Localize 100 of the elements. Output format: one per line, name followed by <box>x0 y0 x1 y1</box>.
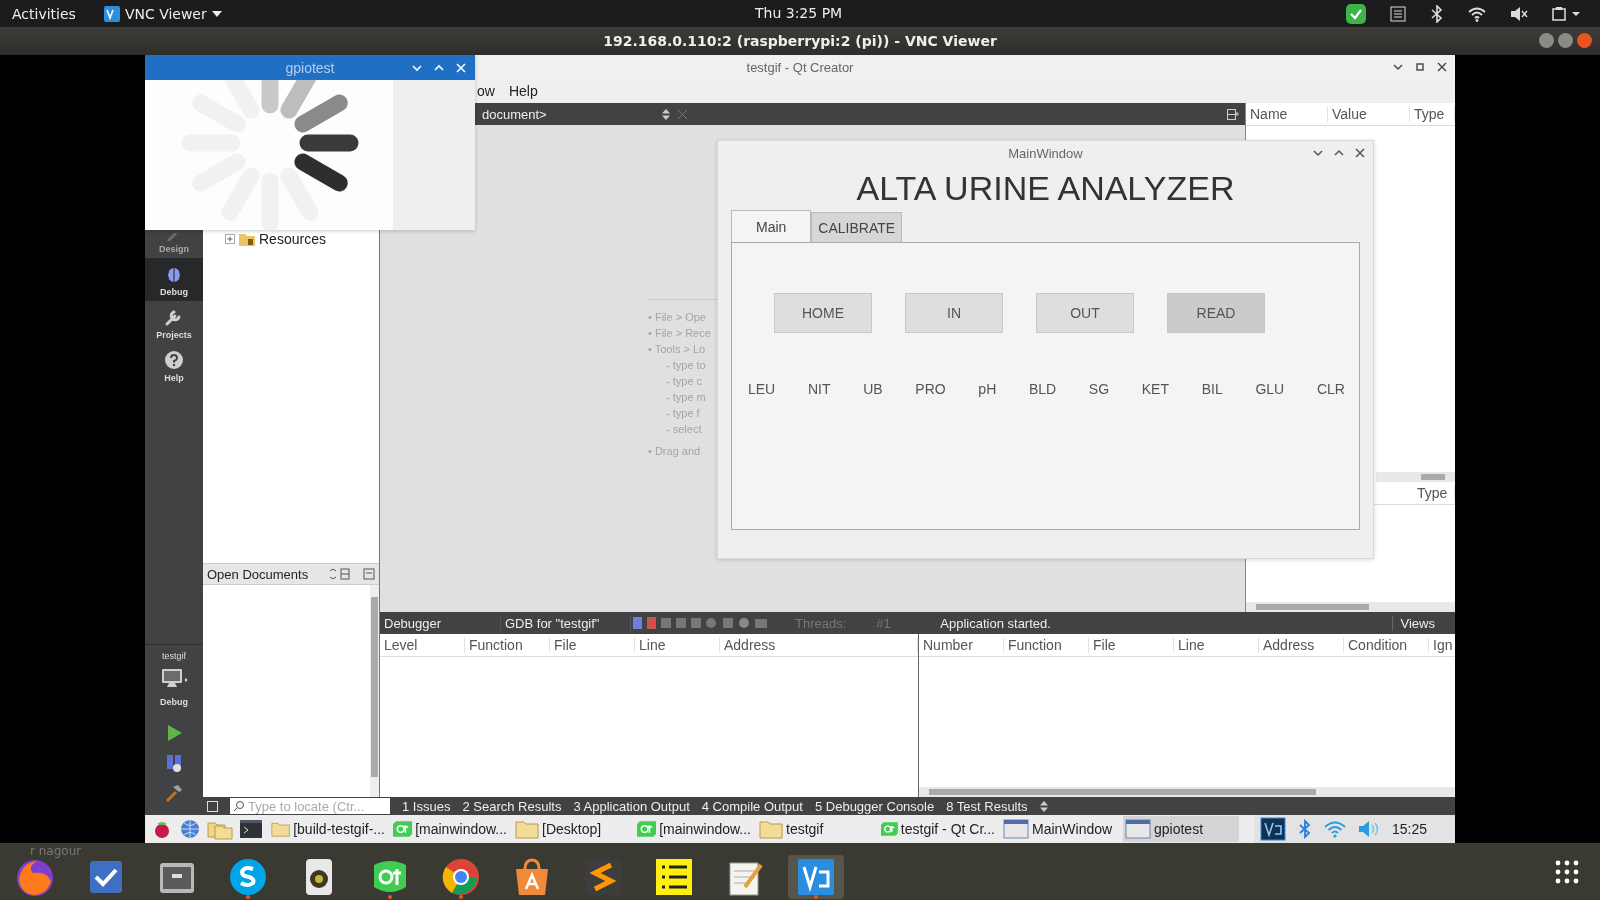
list-icon[interactable] <box>1390 5 1406 22</box>
gdb-dropdown[interactable]: GDB for "testgif" <box>501 615 631 631</box>
column-header[interactable]: Address <box>1259 637 1344 653</box>
minimize-button[interactable] <box>1539 33 1554 48</box>
column-header[interactable]: Level <box>380 637 465 653</box>
taskbar-button[interactable]: gpiotest <box>1123 816 1239 842</box>
views-button[interactable]: Views <box>1391 615 1435 631</box>
mode-tab[interactable]: Projects <box>145 301 203 344</box>
hammer-icon[interactable] <box>164 783 184 803</box>
shield-check-icon[interactable] <box>1346 3 1366 24</box>
power-menu-icon[interactable] <box>1552 5 1582 22</box>
close-icon[interactable] <box>1355 148 1365 158</box>
column-header[interactable]: Address <box>720 637 918 653</box>
app-menu[interactable]: VNC Viewer <box>97 5 228 22</box>
globe-icon[interactable] <box>179 818 201 840</box>
output-tab[interactable]: 3 Application Output <box>573 798 690 814</box>
taskbar-button[interactable]: [build-testgif-... <box>269 816 385 842</box>
column-header[interactable]: Ign <box>1429 637 1455 653</box>
tab[interactable]: Main <box>731 210 812 242</box>
locator-field[interactable]: Type to locate (Ctr... <box>230 798 390 814</box>
status-text: Application started. <box>940 615 1051 631</box>
close-icon[interactable] <box>1437 62 1447 72</box>
clock[interactable]: Thu 3:25 PM <box>755 5 843 21</box>
column-header[interactable]: Type <box>1410 106 1455 122</box>
mode-tab[interactable]: Design <box>145 230 203 258</box>
column-header[interactable]: Line <box>1174 637 1259 653</box>
minimize-icon[interactable] <box>1313 149 1323 157</box>
column-header[interactable]: File <box>1089 637 1174 653</box>
output-tab[interactable]: 4 Compile Output <box>701 798 803 814</box>
parameter-label: BLD <box>1028 381 1057 397</box>
scrollbar[interactable] <box>919 787 1455 797</box>
mode-tab[interactable]: Debug <box>145 258 203 301</box>
action-button[interactable]: HOME <box>774 293 872 333</box>
qt-badge-icon <box>637 821 657 837</box>
minimize-icon[interactable] <box>1393 63 1403 71</box>
dock-item[interactable] <box>788 855 844 899</box>
activities-button[interactable]: Activities <box>0 5 88 22</box>
taskbar-button[interactable]: [mainwindow... <box>391 816 507 842</box>
sort-arrows-icon[interactable] <box>1039 800 1048 812</box>
parameter-label: pH <box>978 381 997 397</box>
column-header[interactable]: Function <box>465 637 550 653</box>
column-header[interactable]: Condition <box>1344 637 1429 653</box>
action-button[interactable]: OUT <box>1036 293 1134 333</box>
output-tab[interactable]: 2 Search Results <box>462 798 562 814</box>
terminal-icon[interactable] <box>239 818 263 840</box>
action-button[interactable]: IN <box>905 293 1003 333</box>
engine-dropdown[interactable]: Debugger <box>380 615 501 631</box>
maximize-icon[interactable] <box>1334 149 1344 157</box>
expand-toggle[interactable] <box>225 234 235 244</box>
sort-arrows-icon[interactable] <box>662 108 670 120</box>
output-tab[interactable]: 1 Issues <box>402 798 451 814</box>
taskbar-button[interactable]: testgif <box>757 816 873 842</box>
action-button[interactable]: READ <box>1167 293 1265 333</box>
column-header[interactable]: Type <box>1413 485 1455 501</box>
document-selector[interactable]: document> <box>482 106 652 122</box>
menu-item[interactable]: ow <box>477 83 495 99</box>
window-icon <box>1003 819 1029 839</box>
taskbar-button[interactable]: [mainwindow... <box>635 816 751 842</box>
column-header[interactable]: Line <box>635 637 720 653</box>
column-header[interactable]: File <box>550 637 635 653</box>
clock[interactable]: 15:25 <box>1391 821 1427 837</box>
split-icon[interactable] <box>1227 108 1239 120</box>
column-header[interactable]: Value <box>1328 106 1410 122</box>
taskbar-button[interactable]: MainWindow <box>1001 816 1117 842</box>
taskbar-button[interactable]: testgif - Qt Cr... <box>879 816 995 842</box>
output-tab[interactable]: 5 Debugger Console <box>814 798 935 814</box>
volume-icon[interactable] <box>1510 5 1528 22</box>
menu-item[interactable]: Help <box>508 83 538 99</box>
taskbar-button[interactable]: [Desktop] <box>513 816 629 842</box>
parameter-label: CLR <box>1316 381 1345 397</box>
column-header[interactable]: Name <box>1246 106 1328 122</box>
scrollbar[interactable] <box>1246 602 1455 612</box>
folder-icon <box>515 819 539 839</box>
column-header[interactable]: Number <box>919 637 1004 653</box>
parameter-label: PRO <box>915 381 946 397</box>
bluetooth-icon[interactable] <box>1430 4 1444 23</box>
window-icon <box>1125 819 1151 839</box>
restore-icon[interactable] <box>1415 62 1425 72</box>
debug-run-icon[interactable] <box>164 753 184 773</box>
column-header[interactable]: Function <box>1004 637 1089 653</box>
scrollbar[interactable] <box>370 585 379 797</box>
maximize-button[interactable] <box>1558 33 1573 48</box>
tab[interactable]: CALIBRATE <box>811 212 903 242</box>
app-grid-icon[interactable] <box>1554 859 1580 885</box>
tree-item[interactable]: Resources <box>259 231 326 247</box>
parameter-label: SG <box>1088 381 1110 397</box>
panel-title[interactable]: Open Documents <box>207 566 325 582</box>
close-pane-icon[interactable] <box>363 568 375 580</box>
hint-text: - type c <box>665 374 704 388</box>
remote-desktop-icon[interactable] <box>1259 817 1286 841</box>
hint-text: - type m <box>665 390 707 404</box>
search-icon <box>233 800 245 812</box>
parameter-label: LEU <box>748 381 776 397</box>
output-tab[interactable]: 8 Test Results <box>946 798 1028 814</box>
sidebar-toggle-icon[interactable] <box>207 800 218 812</box>
close-button[interactable] <box>1577 33 1592 48</box>
mode-tab[interactable]: Help <box>145 344 203 387</box>
scrollbar[interactable] <box>1376 472 1455 482</box>
wifi-icon[interactable] <box>1468 5 1486 22</box>
parameter-label: KET <box>1141 381 1169 397</box>
